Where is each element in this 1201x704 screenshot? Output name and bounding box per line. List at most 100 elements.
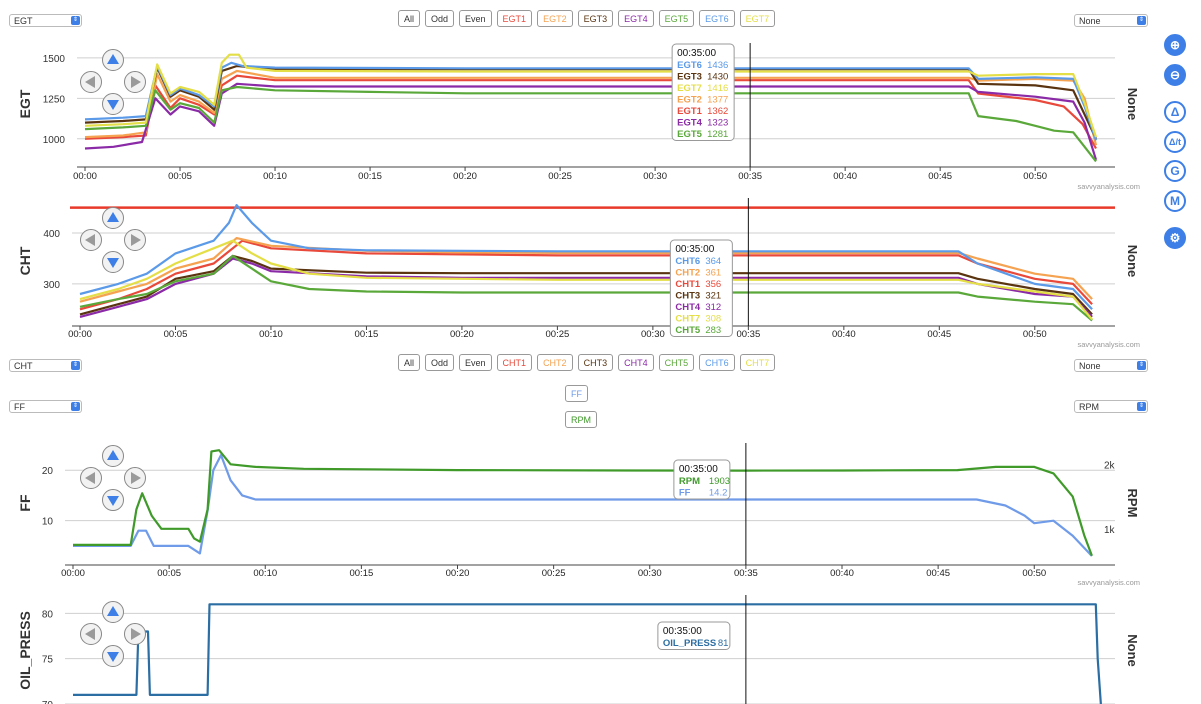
- m-icon[interactable]: M: [1164, 190, 1186, 212]
- ff-right-select-value: RPM: [1079, 402, 1099, 412]
- tooltip-series-name: CHT6: [675, 256, 700, 267]
- x-tick-label: 00:00: [68, 329, 92, 340]
- tooltip-series-name: CHT1: [675, 279, 701, 290]
- tooltip-time: 00:35:00: [663, 626, 702, 637]
- x-tick-label: 00:25: [548, 171, 572, 182]
- cht-right-select[interactable]: None ⇕: [1074, 359, 1148, 372]
- pan-control: [80, 601, 146, 667]
- zoom-in-icon[interactable]: ⊕: [1164, 34, 1186, 56]
- tooltip-series-value: 321: [705, 291, 721, 302]
- x-tick-label: 00:30: [641, 329, 665, 340]
- series-line-egt4: [84, 82, 1098, 161]
- x-tick-label: 00:15: [349, 568, 373, 579]
- cht-right-select-value: None: [1079, 361, 1101, 371]
- ff-chart-select[interactable]: FF ⇕: [9, 400, 82, 413]
- filter-button-cht7[interactable]: CHT7: [739, 354, 776, 371]
- pan-control: [80, 207, 146, 273]
- cht-filter-buttons: All Odd Even CHT1 CHT2 CHT3 CHT4 CHT5 CHT6 CHT7: [398, 354, 776, 371]
- ff-chart: 10 20 00:00 00:05 00:10 00:15 00:20 00:25 00:30 0…: [17, 443, 1140, 587]
- ff-filter-button[interactable]: FF: [565, 385, 588, 402]
- y-tick-label: 1500: [43, 54, 66, 65]
- x-tick-label: 00:50: [1022, 568, 1046, 579]
- tooltip-series-value: 14.2: [709, 488, 728, 499]
- tooltip-series-name: EGT7: [677, 83, 702, 94]
- select-caret-icon: ⇕: [71, 361, 80, 370]
- x-tick-label: 00:05: [157, 568, 181, 579]
- x-tick-label: 00:15: [355, 329, 379, 340]
- x-tick-label: 00:50: [1023, 171, 1047, 182]
- filter-button-all[interactable]: All: [398, 354, 421, 371]
- tooltip-series-name: FF: [679, 488, 691, 499]
- right-axis-label: RPM: [1125, 489, 1140, 518]
- right-axis-label: None: [1125, 88, 1140, 121]
- filter-button-cht4[interactable]: CHT4: [618, 354, 654, 371]
- filter-button-cht2[interactable]: CHT2: [537, 354, 573, 371]
- tooltip-time: 00:35:00: [677, 48, 716, 59]
- x-tick-label: 00:35: [734, 568, 758, 579]
- tooltip-series-value: 1362: [707, 106, 728, 117]
- x-tick-label: 00:25: [546, 329, 570, 340]
- x-tick-label: 00:20: [450, 329, 474, 340]
- y-tick-label: 80: [42, 609, 54, 620]
- tooltip-series-value: 1903: [709, 476, 730, 487]
- tooltip-series-value: 1281: [707, 129, 728, 140]
- tooltip-series-name: CHT7: [675, 314, 700, 325]
- select-caret-icon: ⇕: [71, 402, 80, 411]
- filter-button-odd[interactable]: Odd: [425, 354, 455, 371]
- tooltip-series-name: EGT4: [677, 118, 703, 129]
- delta-icon[interactable]: Δ: [1164, 101, 1186, 123]
- y-axis-label: CHT: [17, 246, 33, 275]
- delta-t-icon[interactable]: Δ/t: [1164, 131, 1186, 153]
- tooltip-series-value: 1430: [707, 72, 728, 83]
- right-tick-label: 2k: [1104, 460, 1116, 471]
- x-tick-label: 00:20: [453, 171, 477, 182]
- filter-button-even[interactable]: Even: [459, 354, 492, 371]
- tooltip-series-value: 81: [718, 638, 729, 649]
- right-axis-label: None: [1125, 245, 1140, 278]
- watermark: savvyanalysis.com: [1077, 340, 1140, 349]
- series-line-cht4: [79, 257, 1093, 318]
- tooltip-series-name: CHT4: [675, 302, 701, 313]
- tooltip-series-value: 356: [705, 279, 721, 290]
- x-tick-label: 00:10: [253, 568, 277, 579]
- ff-right-select[interactable]: RPM ⇕: [1074, 400, 1148, 413]
- tooltip-series-value: 1323: [707, 118, 728, 129]
- y-axis-label: FF: [17, 494, 33, 512]
- gear-icon[interactable]: ⚙: [1164, 227, 1186, 249]
- y-tick-label: 1250: [43, 94, 66, 105]
- series-line-egt2: [84, 69, 1098, 146]
- tooltip-series-name: CHT3: [675, 291, 700, 302]
- tooltip-series-value: 283: [705, 325, 721, 336]
- y-tick-label: 10: [42, 517, 54, 528]
- egt-chart: 1000 1250 1500 00:00 00:05 00:10 00:15 00:20 00:…: [17, 43, 1140, 191]
- tooltip-series-name: RPM: [679, 476, 700, 487]
- watermark: savvyanalysis.com: [1077, 578, 1140, 587]
- g-icon[interactable]: G: [1164, 160, 1186, 182]
- zoom-out-icon[interactable]: ⊖: [1164, 64, 1186, 86]
- x-tick-label: 00:10: [259, 329, 283, 340]
- x-tick-label: 00:40: [832, 329, 856, 340]
- tooltip-series-name: CHT5: [675, 325, 701, 336]
- charts-canvas: 1000 1250 1500 00:00 00:05 00:10 00:15 00:20 00:…: [17, 43, 1140, 704]
- select-caret-icon: ⇕: [1137, 402, 1146, 411]
- rpm-filter-button[interactable]: RPM: [565, 411, 597, 428]
- x-tick-label: 00:45: [928, 171, 952, 182]
- filter-button-cht1[interactable]: CHT1: [496, 354, 533, 371]
- x-tick-label: 00:30: [643, 171, 667, 182]
- filter-button-cht6[interactable]: CHT6: [699, 354, 735, 371]
- tooltip-series-name: EGT1: [677, 106, 703, 117]
- y-tick-label: 20: [42, 466, 54, 477]
- cht-chart-select[interactable]: CHT ⇕: [9, 359, 82, 372]
- filter-button-cht5[interactable]: CHT5: [658, 354, 695, 371]
- select-caret-icon: ⇕: [1137, 361, 1146, 370]
- tooltip-series-name: CHT2: [675, 268, 700, 279]
- y-tick-label: 70: [42, 700, 54, 704]
- right-tick-label: 1k: [1104, 525, 1116, 536]
- x-tick-label: 00:20: [446, 568, 470, 579]
- cht-chart-select-value: CHT: [14, 361, 33, 371]
- filter-button-cht3[interactable]: CHT3: [577, 354, 614, 371]
- tooltip-series-value: 312: [705, 302, 721, 313]
- series-line-cht5: [79, 254, 1093, 322]
- y-tick-label: 1000: [43, 135, 66, 146]
- series-line-cht3: [79, 254, 1093, 316]
